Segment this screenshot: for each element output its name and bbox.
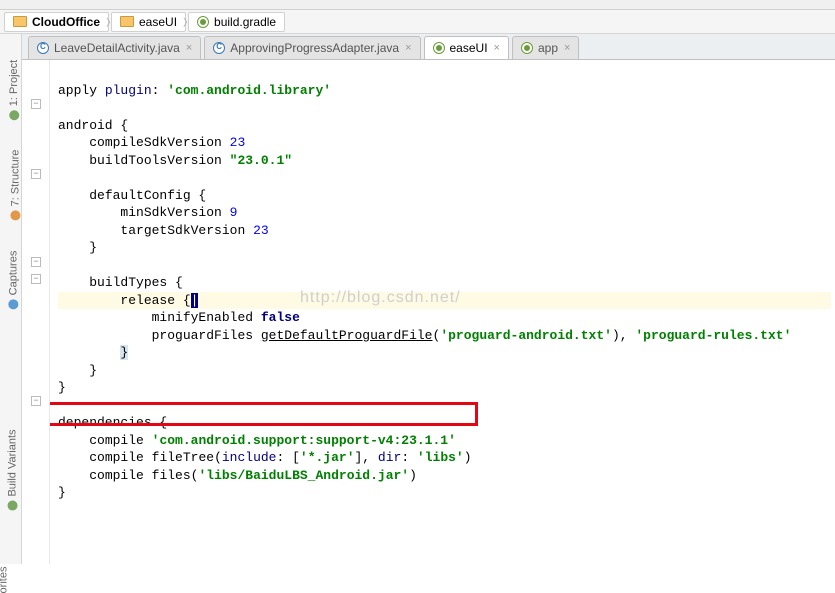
tab-easeui[interactable]: easeUI × bbox=[424, 36, 509, 59]
gradle-icon bbox=[521, 42, 533, 54]
tab-label: app bbox=[538, 41, 558, 55]
tab-label: ApprovingProgressAdapter.java bbox=[230, 41, 399, 55]
tab-leave-detail[interactable]: LeaveDetailActivity.java × bbox=[28, 36, 201, 59]
fold-icon[interactable]: − bbox=[31, 396, 41, 406]
fold-icon[interactable]: − bbox=[31, 274, 41, 284]
fold-icon[interactable]: − bbox=[31, 257, 41, 267]
gradle-icon bbox=[433, 42, 445, 54]
code-editor[interactable]: − − − − − apply plugin: 'com.android.lib… bbox=[22, 60, 835, 564]
breadcrumb-module[interactable]: easeUI bbox=[111, 12, 186, 32]
breadcrumb-file[interactable]: build.gradle bbox=[188, 12, 285, 32]
tool-window-bar-left: 1: Project 7: Structure Captures Build V… bbox=[0, 34, 22, 564]
sidebar-item-structure[interactable]: 7: Structure bbox=[9, 150, 21, 221]
editor-tab-bar: LeaveDetailActivity.java × ApprovingProg… bbox=[22, 34, 835, 60]
toolbar-strip bbox=[0, 0, 835, 10]
highlight-annotation bbox=[50, 402, 478, 426]
tab-app[interactable]: app × bbox=[512, 36, 579, 59]
gradle-icon bbox=[197, 16, 209, 28]
folder-icon bbox=[13, 16, 27, 27]
close-icon[interactable]: × bbox=[564, 42, 570, 54]
close-icon[interactable]: × bbox=[405, 42, 411, 54]
dot-icon bbox=[8, 501, 18, 511]
breadcrumb-project[interactable]: CloudOffice bbox=[4, 12, 109, 32]
sidebar-item-favorites[interactable]: orites bbox=[0, 567, 9, 593]
tab-label: LeaveDetailActivity.java bbox=[54, 41, 180, 55]
breadcrumb-file-label: build.gradle bbox=[214, 15, 276, 29]
code-area[interactable]: apply plugin: 'com.android.library' andr… bbox=[50, 60, 835, 564]
breadcrumb-module-label: easeUI bbox=[139, 15, 177, 29]
fold-icon[interactable]: − bbox=[31, 99, 41, 109]
sidebar-item-project[interactable]: 1: Project bbox=[8, 60, 20, 120]
java-icon bbox=[37, 42, 49, 54]
tab-approving-adapter[interactable]: ApprovingProgressAdapter.java × bbox=[204, 36, 420, 59]
breadcrumb: CloudOffice easeUI build.gradle bbox=[0, 10, 835, 34]
sidebar-item-captures[interactable]: Captures bbox=[7, 251, 19, 310]
dot-icon bbox=[9, 110, 19, 120]
sidebar-item-build-variants[interactable]: Build Variants bbox=[7, 429, 19, 510]
java-icon bbox=[213, 42, 225, 54]
close-icon[interactable]: × bbox=[186, 42, 192, 54]
dot-icon bbox=[10, 210, 20, 220]
dot-icon bbox=[8, 299, 18, 309]
close-icon[interactable]: × bbox=[494, 42, 500, 54]
tab-label: easeUI bbox=[450, 41, 488, 55]
gutter: − − − − − bbox=[22, 60, 50, 564]
fold-icon[interactable]: − bbox=[31, 169, 41, 179]
breadcrumb-project-label: CloudOffice bbox=[32, 15, 100, 29]
folder-icon bbox=[120, 16, 134, 27]
